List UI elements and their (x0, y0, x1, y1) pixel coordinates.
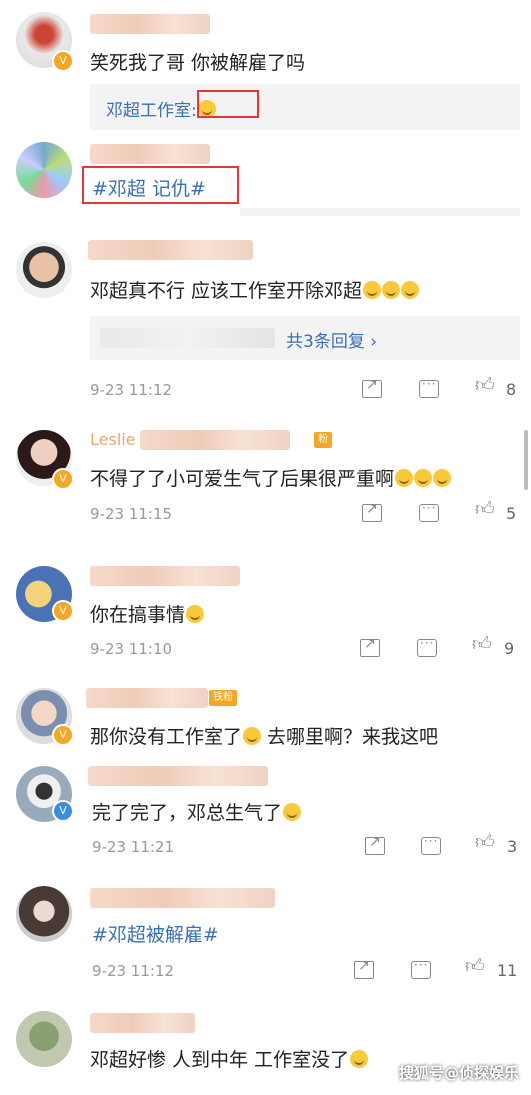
comment-icon[interactable] (419, 377, 439, 398)
username-blurred[interactable] (90, 566, 240, 586)
watermark: 搜狐号@侦探娱乐 (398, 1064, 519, 1082)
emoji-icon (283, 803, 302, 821)
username-blurred[interactable] (88, 240, 253, 260)
reply-box-edge (240, 208, 520, 216)
username-blurred[interactable] (90, 888, 275, 908)
reply-user[interactable]: 邓超工作室 (106, 101, 191, 121)
username-blurred[interactable] (90, 144, 210, 164)
share-icon[interactable] (362, 377, 382, 398)
verified-badge-icon: V (52, 724, 74, 746)
emoji-icon (433, 469, 452, 487)
comment-icon[interactable] (419, 501, 439, 522)
comment-text: 邓超真不行 应该工作室开除邓超 (90, 276, 420, 303)
like-count: 3 (507, 837, 518, 856)
timestamp: 9-23 11:12 (92, 962, 175, 980)
comment-text: 完了完了，邓总生气了 (92, 798, 302, 825)
comment-text: 笑死我了哥 你被解雇了吗 (90, 52, 306, 74)
fan-badge: 粉 (314, 432, 332, 448)
timestamp: 9-23 11:21 (92, 838, 175, 856)
emoji-icon (243, 727, 262, 745)
topic-link[interactable]: #邓超被解雇# (92, 924, 219, 946)
username-blurred[interactable] (86, 688, 208, 708)
username-blurred[interactable] (88, 766, 268, 786)
like-icon[interactable]: 👍︎ (465, 955, 485, 978)
reply-preview[interactable]: 共3条回复 › (90, 316, 520, 360)
like-icon[interactable]: 👍︎ (475, 374, 495, 397)
highlight-box (197, 90, 259, 118)
username-blurred[interactable] (90, 14, 210, 34)
fan-badge: 铁粉 (209, 690, 237, 706)
comment-text: 邓超好惨 人到中年 工作室没了 (90, 1045, 369, 1072)
comment-text: 你在搞事情 (90, 600, 205, 627)
share-icon[interactable] (354, 958, 374, 979)
share-icon[interactable] (360, 636, 380, 657)
like-count: 8 (506, 380, 517, 399)
emoji-icon (186, 605, 205, 623)
verified-badge-icon: V (52, 468, 74, 490)
avatar[interactable] (16, 242, 72, 298)
like-icon[interactable]: 👍︎ (472, 633, 492, 656)
avatar[interactable] (16, 1011, 72, 1067)
like-icon[interactable]: 👍︎ (475, 831, 495, 854)
emoji-icon (401, 281, 420, 299)
emoji-icon (363, 281, 382, 299)
like-count: 9 (504, 639, 515, 658)
verified-badge-icon: V (52, 800, 74, 822)
like-icon[interactable]: 👍︎ (475, 498, 495, 521)
verified-badge-icon: V (52, 600, 74, 622)
emoji-icon (382, 281, 401, 299)
comment-text: #邓超被解雇# (92, 920, 219, 947)
comment-text: 那你没有工作室了 去哪里啊？来我这吧 (90, 726, 439, 748)
scrollbar[interactable] (524, 430, 528, 490)
reply-preview-blurred (100, 328, 275, 348)
emoji-icon (350, 1050, 369, 1068)
timestamp: 9-23 11:12 (90, 381, 173, 399)
username-prefix[interactable]: Leslie (90, 430, 136, 449)
emoji-icon (414, 469, 433, 487)
username-blurred[interactable] (140, 430, 290, 450)
reply-preview[interactable]: 邓超工作室: (90, 84, 520, 130)
timestamp: 9-23 11:15 (90, 505, 173, 523)
view-replies-link[interactable]: 共3条回复 › (286, 327, 377, 352)
comment-icon[interactable] (417, 636, 437, 657)
avatar[interactable] (16, 886, 72, 942)
emoji-icon (395, 469, 414, 487)
verified-badge-icon: V (52, 50, 74, 72)
share-icon[interactable] (362, 501, 382, 522)
timestamp: 9-23 11:10 (90, 640, 173, 658)
comment-icon[interactable] (421, 834, 441, 855)
like-count: 11 (497, 961, 518, 980)
highlight-box (82, 166, 239, 204)
like-count: 5 (506, 504, 517, 523)
share-icon[interactable] (365, 834, 385, 855)
avatar[interactable] (16, 142, 72, 198)
comment-text: 不得了了小可爱生气了后果很严重啊 (90, 464, 452, 491)
comment-icon[interactable] (411, 958, 431, 979)
username-blurred[interactable] (90, 1013, 195, 1033)
